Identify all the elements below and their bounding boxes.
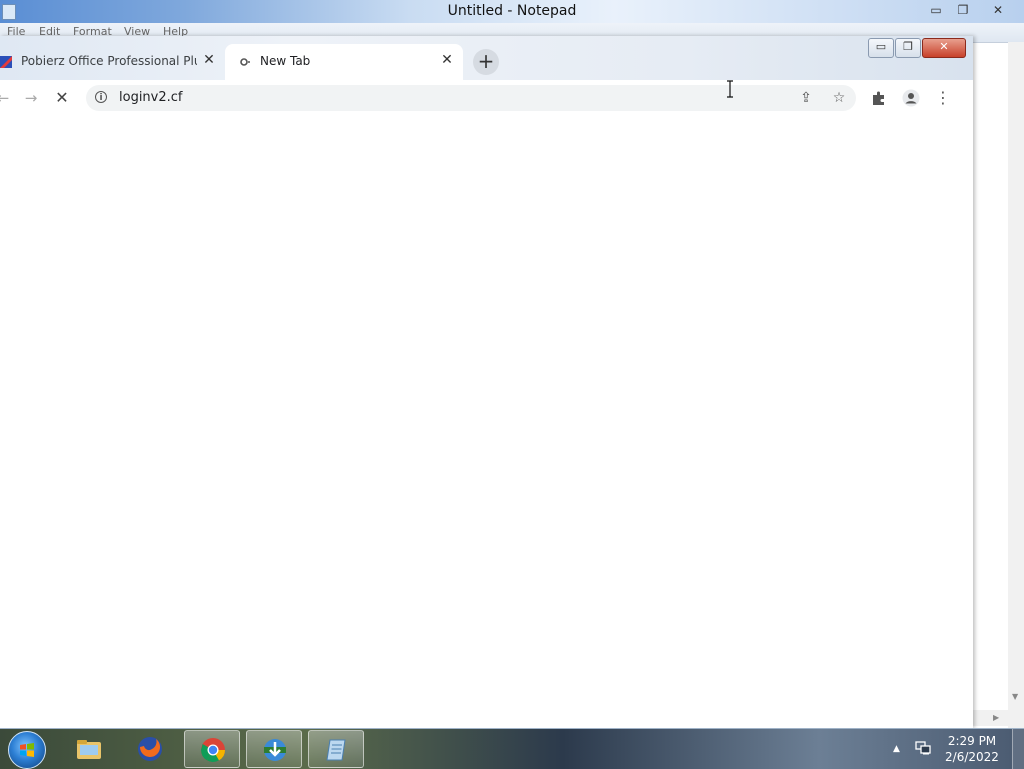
text-cursor-icon bbox=[727, 80, 733, 98]
folder-icon bbox=[77, 740, 101, 759]
taskbar-notepad[interactable] bbox=[308, 730, 364, 768]
share-icon[interactable]: ⇪ bbox=[797, 89, 815, 107]
new-tab-button[interactable]: + bbox=[473, 49, 499, 75]
show-hidden-icons-button[interactable]: ▲ bbox=[893, 744, 900, 754]
scroll-down-arrow-icon[interactable]: ▼ bbox=[1012, 692, 1018, 701]
tab-close-icon[interactable]: ✕ bbox=[439, 52, 455, 68]
address-bar[interactable]: i loginv2.cf ⇪ ☆ bbox=[86, 85, 856, 111]
tab-title: New Tab bbox=[260, 54, 311, 68]
notepad-horizontal-scrollbar[interactable]: ▶ bbox=[973, 710, 1008, 726]
tab-title: Pobierz Office Professional Plus 2 bbox=[21, 54, 197, 68]
taskbar-idm[interactable] bbox=[246, 730, 302, 768]
windows-taskbar: ▲ 2:29 PM 2/6/2022 bbox=[0, 728, 1024, 769]
chrome-close-button[interactable]: ✕ bbox=[922, 38, 966, 58]
taskbar-windows-explorer[interactable] bbox=[61, 730, 117, 768]
notepad-close-button[interactable]: ✕ bbox=[985, 1, 1011, 19]
loading-spinner-icon bbox=[240, 58, 250, 66]
clock-time: 2:29 PM bbox=[947, 734, 997, 748]
start-button[interactable] bbox=[8, 731, 46, 769]
profile-avatar-icon[interactable] bbox=[900, 87, 922, 109]
office-favicon-icon bbox=[0, 56, 12, 68]
taskbar-chrome[interactable] bbox=[184, 730, 240, 768]
site-info-icon[interactable]: i bbox=[95, 91, 107, 103]
chrome-restore-button[interactable]: ❐ bbox=[895, 38, 921, 58]
extensions-icon[interactable] bbox=[868, 87, 890, 109]
url-text[interactable]: loginv2.cf bbox=[119, 90, 183, 105]
notepad-restore-button[interactable]: ❐ bbox=[950, 1, 976, 19]
chrome-menu-icon[interactable]: ⋮ bbox=[932, 87, 954, 109]
chrome-minimize-button[interactable]: ▭ bbox=[868, 38, 894, 58]
notepad-title: Untitled - Notepad bbox=[447, 3, 577, 19]
clock-date: 2/6/2022 bbox=[945, 750, 999, 764]
notepad-icon bbox=[326, 739, 346, 761]
bookmark-star-icon[interactable]: ☆ bbox=[830, 89, 848, 107]
chrome-window: ▭ ❐ ✕ Pobierz Office Professional Plus 2… bbox=[0, 36, 973, 728]
page-viewport[interactable] bbox=[0, 116, 968, 728]
forward-button[interactable]: → bbox=[20, 87, 42, 109]
scroll-right-arrow-icon[interactable]: ▶ bbox=[993, 713, 999, 722]
chrome-icon bbox=[201, 738, 225, 763]
tab-office-professional[interactable]: Pobierz Office Professional Plus 2 ✕ bbox=[0, 44, 224, 80]
stop-loading-button[interactable]: ✕ bbox=[51, 87, 73, 109]
windows-logo-icon bbox=[20, 743, 34, 757]
network-icon[interactable] bbox=[915, 741, 931, 755]
notepad-minimize-button[interactable]: ▭ bbox=[923, 1, 949, 19]
notepad-titlebar[interactable]: Untitled - Notepad ▭ ❐ ✕ bbox=[0, 0, 1024, 23]
chrome-toolbar: ← → ✕ i loginv2.cf ⇪ ☆ ⋮ bbox=[0, 80, 968, 117]
firefox-icon bbox=[138, 737, 162, 761]
show-desktop-button[interactable] bbox=[1012, 729, 1024, 769]
tab-close-icon[interactable]: ✕ bbox=[201, 52, 217, 68]
taskbar-firefox[interactable] bbox=[122, 730, 178, 768]
download-manager-icon bbox=[264, 739, 286, 761]
notepad-vertical-scrollbar[interactable]: ▼ bbox=[1008, 42, 1024, 728]
chrome-tabstrip: ▭ ❐ ✕ Pobierz Office Professional Plus 2… bbox=[0, 36, 973, 80]
tab-new-tab[interactable]: New Tab ✕ bbox=[225, 44, 463, 80]
back-button[interactable]: ← bbox=[0, 87, 14, 109]
system-clock[interactable]: 2:29 PM 2/6/2022 bbox=[940, 733, 1004, 765]
